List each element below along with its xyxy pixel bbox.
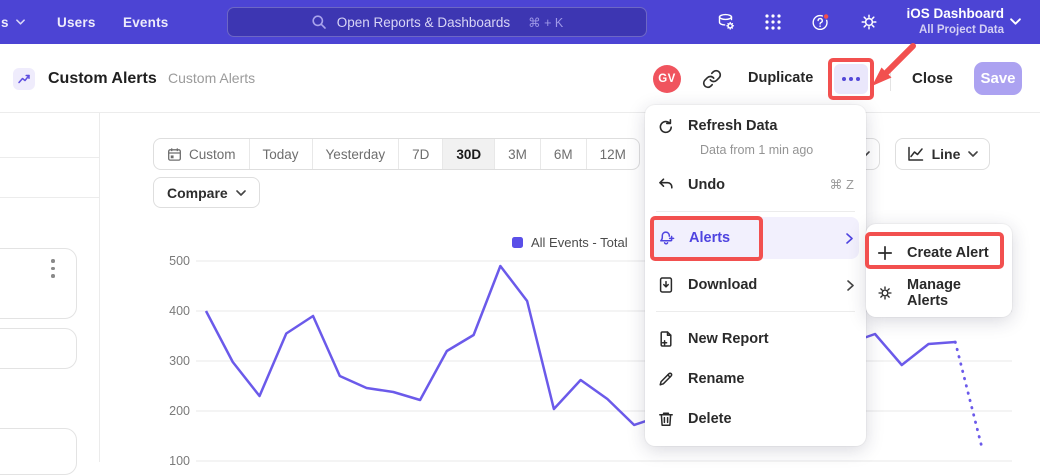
plus-icon xyxy=(876,244,894,262)
pencil-icon xyxy=(657,370,675,388)
trash-icon xyxy=(657,410,675,428)
nav-item-users[interactable]: Users xyxy=(57,0,96,44)
avatar[interactable]: GV xyxy=(653,65,681,93)
chevron-right-icon xyxy=(847,280,854,291)
chevron-down-icon[interactable] xyxy=(1010,18,1021,25)
submenu-item-create-alert[interactable]: Create Alert xyxy=(876,236,1002,270)
project-scope: All Project Data xyxy=(880,23,1004,38)
top-navigation-bar: s Users Events Open Reports & Dashboards… xyxy=(0,0,1040,44)
range-12m[interactable]: 12M xyxy=(587,139,639,169)
undo-icon xyxy=(657,176,675,194)
nav-item-events[interactable]: Events xyxy=(123,0,168,44)
project-switcher[interactable]: iOS Dashboard All Project Data xyxy=(880,5,1004,38)
more-options-menu: Refresh Data Data from 1 min ago Undo ⌘ … xyxy=(645,105,866,446)
more-options-button[interactable] xyxy=(834,64,868,94)
query-card[interactable] xyxy=(0,248,77,319)
menu-item-download[interactable]: Download xyxy=(657,268,854,302)
sidebar-divider xyxy=(0,197,99,198)
query-card[interactable] xyxy=(0,328,77,369)
chevron-down-icon xyxy=(236,190,246,196)
legend-swatch xyxy=(512,237,523,248)
new-report-icon xyxy=(657,330,675,348)
menu-divider xyxy=(656,211,855,212)
range-30d-selected[interactable]: 30D xyxy=(443,139,495,169)
undo-shortcut: ⌘ Z xyxy=(829,177,854,193)
range-3m[interactable]: 3M xyxy=(495,139,541,169)
data-management-icon[interactable] xyxy=(716,12,736,32)
copy-link-icon[interactable] xyxy=(702,69,722,89)
settings-gear-icon[interactable] xyxy=(859,12,879,32)
submenu-item-manage-alerts[interactable]: Manage Alerts xyxy=(876,276,1002,310)
line-series-dotted-tail xyxy=(955,342,982,448)
help-icon[interactable] xyxy=(811,12,831,32)
gear-icon xyxy=(876,284,894,302)
close-button[interactable]: Close xyxy=(912,44,953,113)
menu-item-refresh-data[interactable]: Refresh Data Data from 1 min ago xyxy=(657,113,854,157)
search-shortcut: ⌘ + K xyxy=(528,15,563,30)
bell-plus-icon xyxy=(658,229,676,247)
alerts-submenu: Create Alert Manage Alerts xyxy=(866,224,1012,317)
page-title: Custom Alerts xyxy=(48,44,157,113)
search-placeholder: Open Reports & Dashboards xyxy=(337,15,510,30)
compare-button[interactable]: Compare xyxy=(153,177,260,208)
download-icon xyxy=(657,276,675,294)
y-axis-tick: 400 xyxy=(150,304,190,318)
report-header: Custom Alerts Custom Alerts GV Duplicate… xyxy=(0,44,1040,113)
query-card[interactable] xyxy=(0,428,77,475)
global-search-bar[interactable]: Open Reports & Dashboards ⌘ + K xyxy=(227,7,647,37)
breadcrumb: Custom Alerts xyxy=(168,44,255,113)
range-6m[interactable]: 6M xyxy=(541,139,587,169)
range-today[interactable]: Today xyxy=(250,139,313,169)
report-chart-icon xyxy=(13,68,35,90)
range-yesterday[interactable]: Yesterday xyxy=(313,139,400,169)
range-7d[interactable]: 7D xyxy=(399,139,443,169)
chevron-down-icon xyxy=(16,19,25,25)
menu-item-undo[interactable]: Undo ⌘ Z xyxy=(657,168,854,202)
range-custom[interactable]: Custom xyxy=(154,139,250,169)
y-axis-tick: 100 xyxy=(150,454,190,468)
nav-item-boards-partial[interactable]: s xyxy=(1,0,25,44)
sidebar-border xyxy=(99,113,100,462)
y-axis-tick: 300 xyxy=(150,354,190,368)
calendar-icon xyxy=(167,147,182,162)
sidebar-divider xyxy=(0,157,99,158)
save-button[interactable]: Save xyxy=(974,62,1022,95)
apps-grid-icon[interactable] xyxy=(763,12,783,32)
y-axis-tick: 500 xyxy=(150,254,190,268)
refresh-subtext: Data from 1 min ago xyxy=(700,143,813,157)
menu-item-rename[interactable]: Rename xyxy=(657,362,854,396)
menu-divider xyxy=(656,311,855,312)
duplicate-button[interactable]: Duplicate xyxy=(748,44,813,113)
chart-legend: All Events - Total xyxy=(512,235,628,250)
legend-label: All Events - Total xyxy=(531,235,628,250)
line-chart-icon xyxy=(907,146,924,162)
kebab-menu-icon[interactable] xyxy=(51,259,55,282)
header-divider xyxy=(890,67,891,91)
menu-item-alerts[interactable]: Alerts xyxy=(652,217,859,259)
project-name: iOS Dashboard xyxy=(880,5,1004,23)
y-axis-tick: 200 xyxy=(150,404,190,418)
menu-item-new-report[interactable]: New Report xyxy=(657,322,854,356)
search-icon xyxy=(311,14,327,30)
chevron-down-icon xyxy=(968,151,978,157)
refresh-icon xyxy=(657,118,675,136)
menu-item-delete[interactable]: Delete xyxy=(657,402,854,436)
date-range-picker: Custom Today Yesterday 7D 30D 3M 6M 12M xyxy=(153,138,640,170)
chevron-right-icon xyxy=(846,233,853,244)
chart-type-button[interactable]: Line xyxy=(895,138,990,170)
